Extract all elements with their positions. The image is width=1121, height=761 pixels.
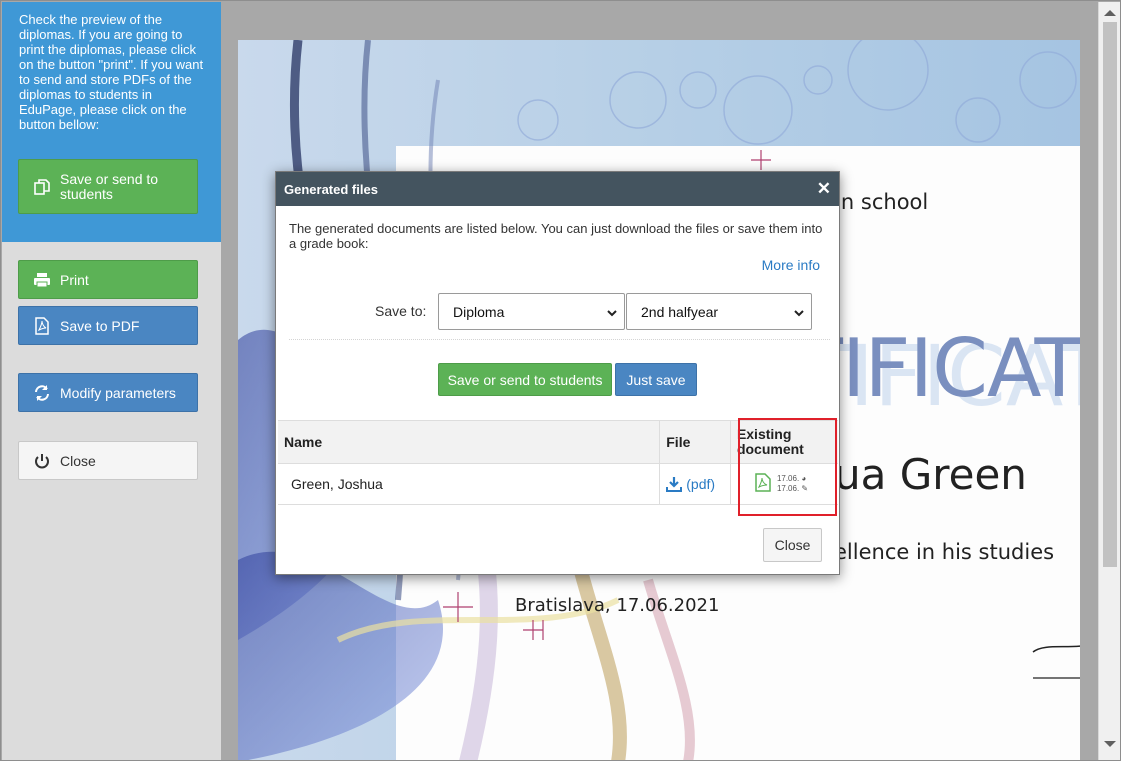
column-header-file: File xyxy=(659,420,731,464)
power-icon xyxy=(33,452,51,470)
copy-icon xyxy=(33,178,51,196)
table-header-row: Name File Existing document xyxy=(278,420,838,464)
row-existing-document-cell: 17.06. ◕ 17.06. ✎ xyxy=(730,463,838,505)
divider xyxy=(289,339,830,340)
save-or-send-button[interactable]: Save or send to students xyxy=(18,159,198,214)
scroll-down-arrow-icon[interactable] xyxy=(1104,741,1116,747)
save-to-value: Diploma xyxy=(453,303,505,320)
existing-document: 17.06. ◕ 17.06. ✎ xyxy=(737,473,832,495)
scrollbar-thumb[interactable] xyxy=(1103,22,1117,567)
period-value: 2nd halfyear xyxy=(641,303,719,320)
modify-parameters-button[interactable]: Modify parameters xyxy=(18,373,198,412)
saved-date: 17.06. xyxy=(776,484,800,493)
generated-files-dialog: Generated files ✕ The generated document… xyxy=(275,171,840,575)
download-icon xyxy=(666,477,683,492)
chevron-down-icon xyxy=(606,306,618,318)
row-file-cell: (pdf) xyxy=(659,463,731,505)
existing-document-dates: 17.06. ◕ 17.06. ✎ xyxy=(777,474,808,494)
download-pdf-label: (pdf) xyxy=(686,476,716,492)
save-to-select[interactable]: Diploma xyxy=(438,293,625,330)
certificate-text: ellence in his studies xyxy=(834,540,1055,564)
printer-icon xyxy=(33,271,51,289)
scroll-up-arrow-icon[interactable] xyxy=(1104,10,1116,16)
pdf-file-icon xyxy=(33,316,51,335)
just-save-button[interactable]: Just save xyxy=(615,363,697,396)
table-row: Green, Joshua (pdf) 17.06. ◕ 17.06. ✎ xyxy=(278,463,838,505)
print-label: Print xyxy=(60,271,89,288)
modify-parameters-label: Modify parameters xyxy=(60,384,176,401)
sent-date: 17.06. xyxy=(776,474,800,483)
send-status-icon: ◕ xyxy=(801,474,807,483)
chevron-down-icon xyxy=(793,306,805,318)
save-to-pdf-button[interactable]: Save to PDF xyxy=(18,306,198,345)
period-select[interactable]: 2nd halfyear xyxy=(626,293,812,330)
refresh-icon xyxy=(33,384,51,402)
pdf-document-icon[interactable] xyxy=(755,473,771,495)
save-or-send-to-students-button[interactable]: Save or send to students xyxy=(438,363,612,396)
certificate-place-date: Bratislava, 17.06.2021 xyxy=(515,595,720,616)
files-table: Name File Existing document Green, Joshu… xyxy=(278,420,838,505)
download-pdf-link[interactable]: (pdf) xyxy=(666,476,724,492)
column-header-name: Name xyxy=(278,420,661,464)
preview-scrollbar[interactable] xyxy=(1098,2,1120,760)
dialog-header: Generated files ✕ xyxy=(276,172,839,206)
save-to-label: Save to: xyxy=(375,303,427,319)
save-to-pdf-label: Save to PDF xyxy=(60,317,140,334)
instructions-text: Check the preview of the diplomas. If yo… xyxy=(19,12,204,132)
close-icon[interactable]: ✕ xyxy=(817,179,831,199)
row-student-name: Green, Joshua xyxy=(278,463,661,505)
close-button[interactable]: Close xyxy=(18,441,198,480)
dialog-title: Generated files xyxy=(284,182,378,197)
dialog-description: The generated documents are listed below… xyxy=(289,221,823,251)
save-or-send-label: Save or send to students xyxy=(60,170,159,202)
print-button[interactable]: Print xyxy=(18,260,198,299)
pencil-icon: ✎ xyxy=(801,484,809,493)
more-info-link[interactable]: More info xyxy=(762,257,820,273)
app-window: Check the preview of the diplomas. If yo… xyxy=(0,0,1121,761)
column-header-existing-document: Existing document xyxy=(730,420,838,464)
close-label: Close xyxy=(60,452,96,469)
certificate-recipient: ua Green xyxy=(834,450,1027,499)
dialog-close-button[interactable]: Close xyxy=(763,528,822,562)
certificate-school-text: en school xyxy=(828,190,929,214)
